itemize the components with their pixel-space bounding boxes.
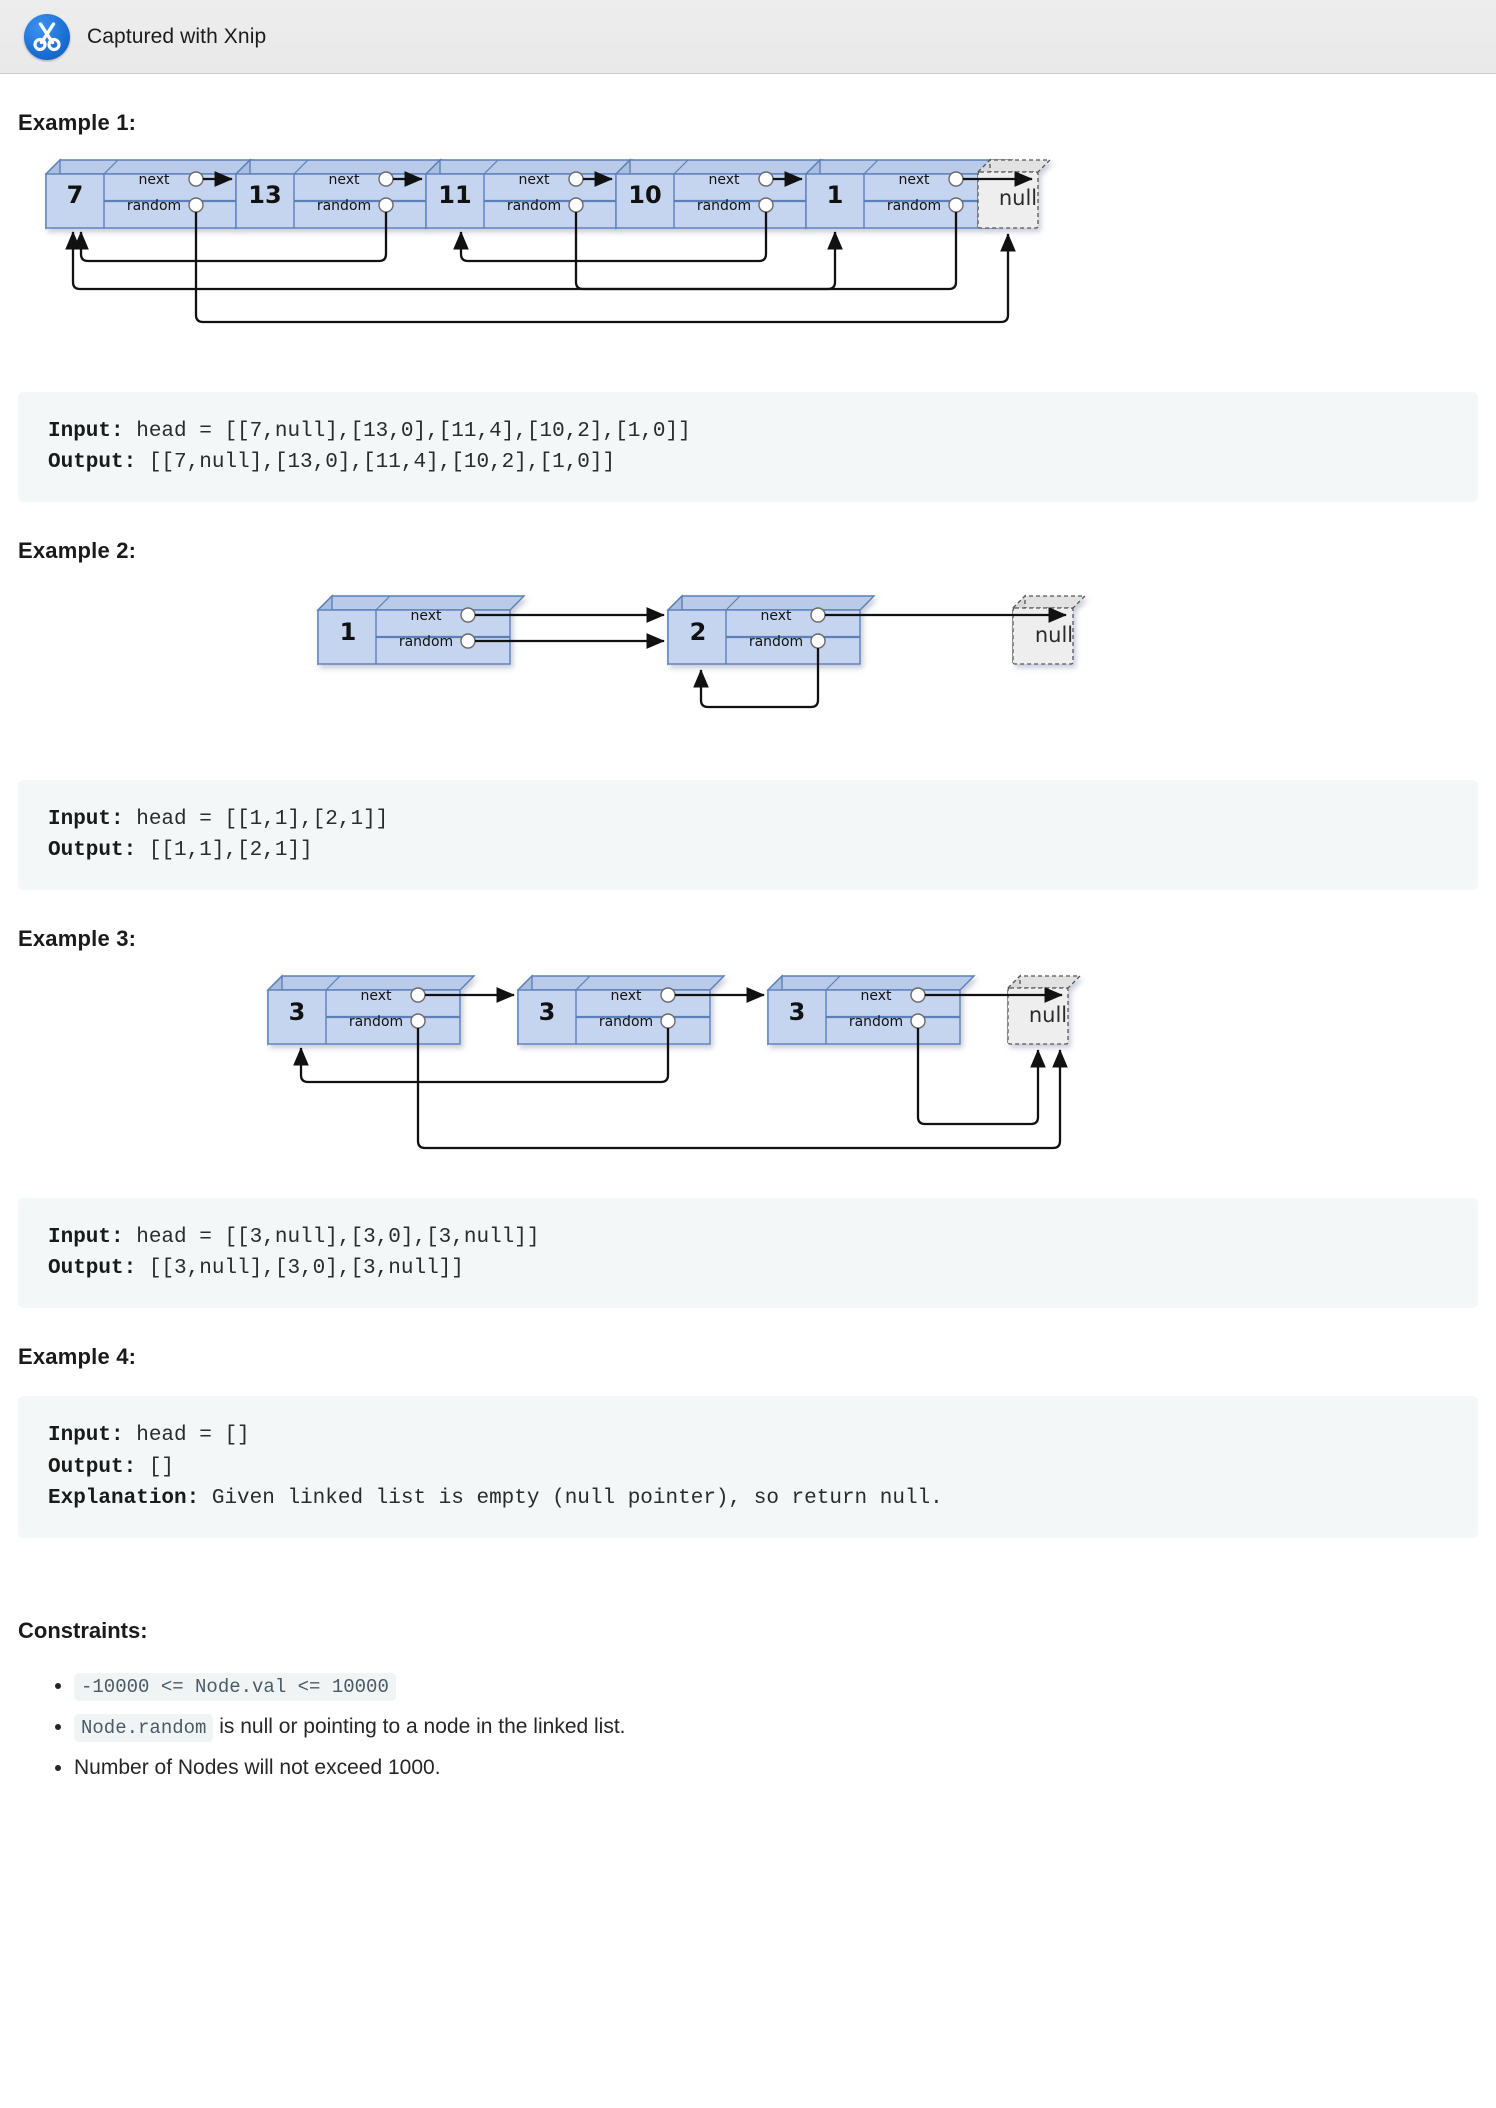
input-label: Input: xyxy=(48,1226,124,1250)
output-label: Output: xyxy=(48,839,137,863)
example-4-code: Input: head = [] Output: [] Explanation:… xyxy=(18,1396,1478,1538)
svg-text:next: next xyxy=(328,172,360,188)
input-value: head = [[7,null],[13,0],[11,4],[10,2],[1… xyxy=(123,420,691,443)
example-4-heading: Example 4: xyxy=(18,1344,137,1370)
explanation-value: Given linked list is empty (null pointer… xyxy=(199,1486,943,1510)
null-label: null xyxy=(999,186,1037,210)
null-label: null xyxy=(1035,623,1073,647)
constraints-list: -10000 <= Node.val <= 10000 Node.random … xyxy=(18,1666,1478,1789)
constraint-code: Node.random xyxy=(74,1713,214,1742)
input-label: Input: xyxy=(48,420,124,443)
constraint-text: Number of Nodes will not exceed 1000. xyxy=(74,1755,441,1779)
constraint-text: is null or pointing to a node in the lin… xyxy=(213,1714,626,1738)
scissors-icon xyxy=(24,13,70,60)
input-value: head = [] xyxy=(123,1424,250,1448)
node-value: 2 xyxy=(690,618,707,646)
node-value: 3 xyxy=(539,998,556,1026)
node-value: 10 xyxy=(628,181,661,209)
input-label: Input: xyxy=(48,1424,124,1448)
example-1-diagram: 7 13 11 10 1 null next random next random … xyxy=(18,146,1478,366)
input-value: head = [[3,null],[3,0],[3,null]] xyxy=(123,1226,540,1250)
svg-text:random: random xyxy=(127,198,181,214)
svg-text:next: next xyxy=(610,988,642,1004)
svg-text:next: next xyxy=(360,988,392,1004)
example-3-diagram: 3 3 3 null next random next random next ran… xyxy=(18,962,1478,1172)
svg-text:next: next xyxy=(760,608,792,624)
svg-text:random: random xyxy=(749,634,803,650)
svg-text:random: random xyxy=(507,198,561,214)
node-value: 1 xyxy=(827,181,844,209)
constraints-heading: Constraints: xyxy=(18,1617,148,1643)
output-value: [[1,1],[2,1]] xyxy=(136,839,313,863)
node-value: 11 xyxy=(438,181,471,209)
node-value: 3 xyxy=(789,998,806,1026)
output-value: [[7,null],[13,0],[11,4],[10,2],[1,0]] xyxy=(136,451,616,475)
xnip-title: Captured with Xnip xyxy=(87,24,267,48)
list-item: Number of Nodes will not exceed 1000. xyxy=(74,1748,1478,1789)
node-value: 3 xyxy=(289,998,306,1026)
svg-text:random: random xyxy=(849,1014,903,1030)
svg-text:random: random xyxy=(887,198,941,214)
null-label: null xyxy=(1029,1003,1067,1027)
svg-text:next: next xyxy=(860,988,892,1004)
output-label: Output: xyxy=(48,451,137,475)
svg-text:random: random xyxy=(599,1014,653,1030)
constraint-code: -10000 <= Node.val <= 10000 xyxy=(74,1672,396,1701)
svg-text:random: random xyxy=(317,198,371,214)
example-2-heading: Example 2: xyxy=(18,538,137,564)
svg-text:random: random xyxy=(399,634,453,650)
svg-text:random: random xyxy=(697,198,751,214)
input-value: head = [[1,1],[2,1]] xyxy=(123,808,389,832)
output-label: Output: xyxy=(48,1455,137,1479)
svg-text:random: random xyxy=(349,1014,403,1030)
random-arrows xyxy=(293,1028,1068,1150)
example-3-heading: Example 3: xyxy=(18,926,137,952)
svg-text:next: next xyxy=(898,172,930,188)
svg-text:next: next xyxy=(138,172,170,188)
explanation-label: Explanation: xyxy=(48,1486,200,1510)
list-item: -10000 <= Node.val <= 10000 xyxy=(74,1666,1478,1707)
example-2-code: Input: head = [[1,1],[2,1]] Output: [[1,… xyxy=(18,780,1478,891)
example-2-diagram: 1 2 null next random next random xyxy=(18,574,1478,754)
xnip-capture-bar: Captured with Xnip xyxy=(0,0,1496,74)
example-1-heading: Example 1: xyxy=(18,110,137,135)
node-value: 1 xyxy=(340,618,357,646)
example-1-code: Input: head = [[7,null],[13,0],[11,4],[1… xyxy=(18,392,1478,503)
output-label: Output: xyxy=(48,1257,137,1281)
input-label: Input: xyxy=(48,808,124,832)
node-value: 13 xyxy=(248,181,281,209)
output-value: [[3,null],[3,0],[3,null]] xyxy=(136,1257,464,1281)
node-value: 7 xyxy=(67,181,84,209)
svg-text:next: next xyxy=(518,172,550,188)
svg-text:next: next xyxy=(708,172,740,188)
list-item: Node.random is null or pointing to a nod… xyxy=(74,1707,1478,1748)
example-3-code: Input: head = [[3,null],[3,0],[3,null]] … xyxy=(18,1198,1478,1309)
svg-text:next: next xyxy=(410,608,442,624)
output-value: [] xyxy=(136,1455,175,1479)
